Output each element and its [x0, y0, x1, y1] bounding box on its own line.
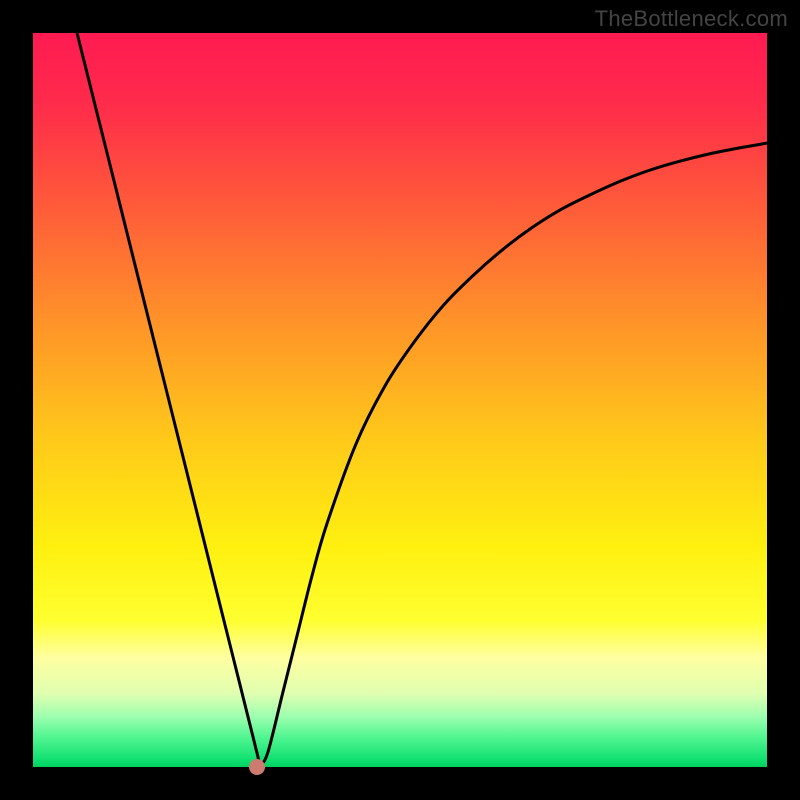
- curve-layer: [33, 33, 767, 767]
- bottleneck-curve: [77, 33, 767, 763]
- watermark-text: TheBottleneck.com: [595, 6, 788, 32]
- minimum-marker-dot: [249, 759, 265, 775]
- chart-plot-area: [33, 33, 767, 767]
